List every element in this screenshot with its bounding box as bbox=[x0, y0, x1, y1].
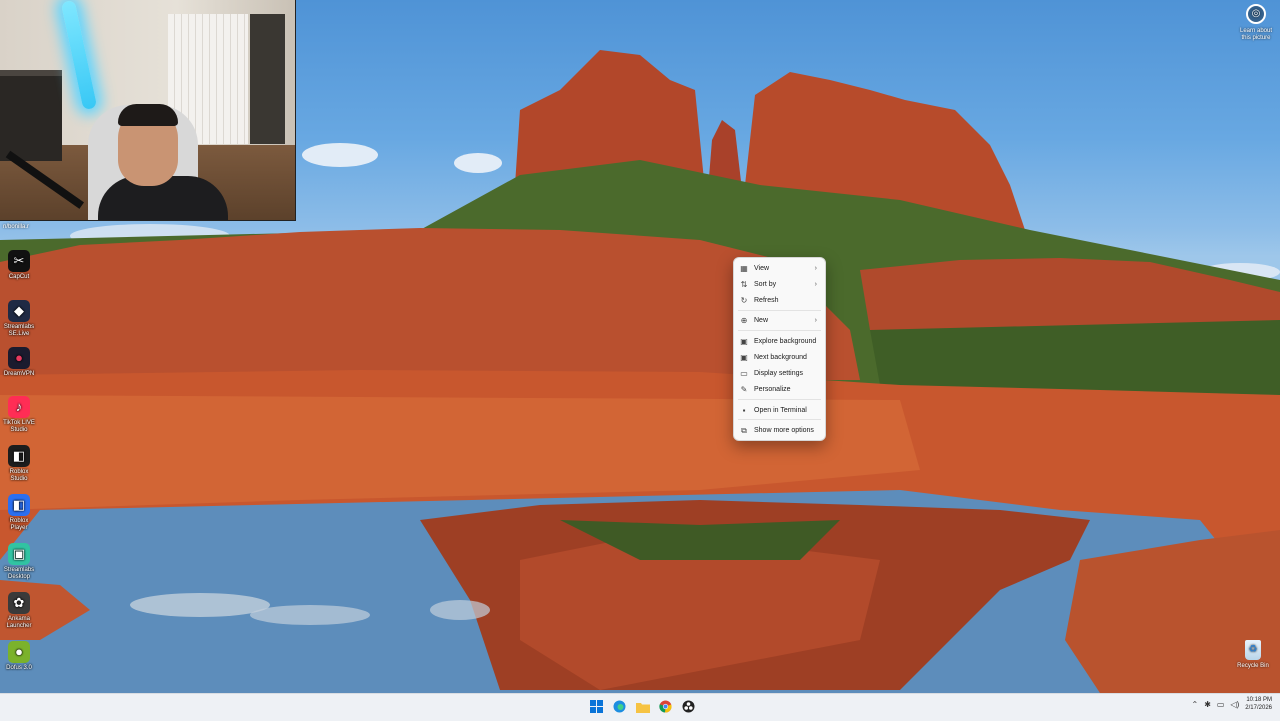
desktop-icon-tiktok[interactable]: ♪ TikTok LIVE Studio bbox=[2, 396, 36, 434]
streamelements-icon: ◆ bbox=[8, 300, 30, 322]
taskbar-apps bbox=[588, 698, 697, 715]
desktop-icon-streamlabs[interactable]: ▣ Streamlabs Desktop bbox=[2, 543, 36, 581]
menu-item-open-terminal[interactable]: ▪ Open in Terminal bbox=[734, 403, 825, 418]
taskbar: ⌃ ✱ ▭ ◁) 10:18 PM 2/17/2026 bbox=[0, 693, 1280, 721]
more-options-icon: ⧉ bbox=[741, 425, 747, 435]
desktop-icon-dofus[interactable]: ● Dofus 3.0 bbox=[2, 641, 36, 672]
display-icon: ▭ bbox=[740, 369, 748, 378]
vpn-icon: ● bbox=[8, 347, 30, 369]
windows-icon bbox=[590, 700, 603, 713]
grid-icon: ▦ bbox=[740, 264, 748, 273]
menu-item-refresh[interactable]: ↻ Refresh bbox=[734, 293, 825, 308]
roblox-studio-icon: ◧ bbox=[8, 445, 30, 467]
next-image-icon: ▣ bbox=[740, 353, 748, 362]
taskbar-obs[interactable] bbox=[680, 698, 697, 715]
menu-separator bbox=[738, 330, 821, 331]
brush-icon: ✎ bbox=[740, 385, 748, 394]
desktop-icon-label: Recycle Bin bbox=[1237, 663, 1269, 669]
desktop-icon-label: Streamlabs Desktop bbox=[3, 567, 35, 580]
camera-icon: ◎ bbox=[1246, 4, 1266, 24]
desktop-icon-roblox-player[interactable]: ◧ Roblox Player bbox=[2, 494, 36, 532]
desktop-icon-ankama[interactable]: ✿ Ankama Launcher bbox=[2, 592, 36, 630]
chevron-right-icon: › bbox=[814, 281, 817, 288]
bluetooth-icon[interactable]: ✱ bbox=[1204, 700, 1211, 709]
volume-icon[interactable]: ◁) bbox=[1230, 700, 1239, 709]
recycle-bin-icon: ♻ bbox=[1245, 640, 1261, 660]
menu-separator bbox=[738, 310, 821, 311]
menu-item-label: View bbox=[754, 265, 770, 272]
menu-item-label: Sort by bbox=[754, 281, 777, 288]
obs-icon bbox=[682, 700, 695, 713]
chevron-up-icon[interactable]: ⌃ bbox=[1192, 700, 1199, 709]
webcam-username: n/bonilla.r bbox=[3, 224, 30, 230]
desktop-icon-label: Dofus 3.0 bbox=[6, 665, 32, 671]
chevron-right-icon: › bbox=[814, 265, 817, 272]
network-icon[interactable]: ▭ bbox=[1217, 700, 1225, 709]
edge-icon bbox=[613, 700, 626, 713]
menu-item-display-settings[interactable]: ▭ Display settings bbox=[734, 366, 825, 381]
webcam-overlay bbox=[0, 0, 296, 221]
person-hair bbox=[118, 104, 178, 126]
desktop-icon-streamelements[interactable]: ◆ Streamlabs SE.Live bbox=[2, 300, 36, 338]
taskbar-file-explorer[interactable] bbox=[634, 698, 651, 715]
desktop-icon-label: Ankama Launcher bbox=[6, 616, 32, 629]
menu-item-label: Open in Terminal bbox=[754, 407, 807, 414]
dofus-icon: ● bbox=[8, 641, 30, 663]
plus-icon: ⊕ bbox=[740, 316, 748, 325]
desktop-icon-label: Roblox Player bbox=[9, 518, 29, 531]
desktop-icon-roblox-studio[interactable]: ◧ Roblox Studio bbox=[2, 445, 36, 483]
streamlabs-icon: ▣ bbox=[8, 543, 30, 565]
desktop-icon-vpn[interactable]: ● DreamVPN bbox=[2, 347, 36, 378]
doorway bbox=[250, 14, 285, 144]
refresh-icon: ↻ bbox=[740, 296, 748, 305]
desktop-icon-label: CapCut bbox=[8, 274, 30, 280]
menu-item-sort-by[interactable]: ⇅ Sort by › bbox=[734, 277, 825, 292]
menu-item-label: Explore background bbox=[754, 338, 817, 345]
clock-time: 10:18 PM bbox=[1246, 697, 1272, 703]
desktop-icon-capcut[interactable]: ✂ CapCut bbox=[2, 250, 36, 281]
chevron-right-icon: › bbox=[814, 317, 817, 324]
system-tray: ⌃ ✱ ▭ ◁) 10:18 PM 2/17/2026 bbox=[1192, 696, 1273, 712]
menu-item-label: Refresh bbox=[754, 297, 779, 304]
menu-item-show-more-options[interactable]: ⧉ Show more options bbox=[734, 423, 825, 438]
desktop-icon-label: TikTok LIVE Studio bbox=[3, 420, 35, 433]
capcut-icon: ✂ bbox=[8, 250, 30, 272]
menu-separator bbox=[738, 399, 821, 400]
tiktok-icon: ♪ bbox=[8, 396, 30, 418]
menu-item-new[interactable]: ⊕ New › bbox=[734, 313, 825, 328]
desktop-icon-label: Roblox Studio bbox=[9, 469, 29, 482]
taskbar-edge[interactable] bbox=[611, 698, 628, 715]
menu-item-explore-background[interactable]: ▣ Explore background bbox=[734, 334, 825, 349]
menu-separator bbox=[738, 419, 821, 420]
clock-date: 2/17/2026 bbox=[1245, 705, 1272, 711]
clock[interactable]: 10:18 PM 2/17/2026 bbox=[1245, 696, 1272, 712]
desktop-icon-label: Streamlabs SE.Live bbox=[3, 324, 35, 337]
menu-item-label: Next background bbox=[754, 354, 807, 361]
fireplace bbox=[0, 70, 62, 161]
sort-icon: ⇅ bbox=[740, 280, 748, 289]
desktop-context-menu: ▦ View › ⇅ Sort by › ↻ Refresh ⊕ New › ▣… bbox=[733, 257, 826, 441]
taskbar-chrome[interactable] bbox=[657, 698, 674, 715]
image-icon: ▣ bbox=[740, 337, 748, 346]
learn-about-picture-label: Learn about this picture bbox=[1239, 28, 1273, 41]
menu-item-personalize[interactable]: ✎ Personalize bbox=[734, 382, 825, 397]
chrome-icon bbox=[659, 700, 672, 713]
menu-item-label: New bbox=[754, 317, 769, 324]
start-button[interactable] bbox=[588, 698, 605, 715]
menu-item-label: Personalize bbox=[754, 386, 791, 393]
desktop-icon-recycle-bin[interactable]: ♻ Recycle Bin bbox=[1236, 640, 1270, 669]
desktop-icon-label: DreamVPN bbox=[3, 371, 35, 377]
menu-item-label: Show more options bbox=[754, 427, 814, 434]
learn-about-picture[interactable]: ◎ Learn about this picture bbox=[1238, 4, 1274, 42]
menu-item-label: Display settings bbox=[754, 370, 804, 377]
menu-item-view[interactable]: ▦ View › bbox=[734, 261, 825, 276]
terminal-icon: ▪ bbox=[742, 406, 746, 415]
ankama-icon: ✿ bbox=[8, 592, 30, 614]
folder-icon bbox=[635, 702, 650, 713]
roblox-player-icon: ◧ bbox=[8, 494, 30, 516]
menu-item-next-background[interactable]: ▣ Next background bbox=[734, 350, 825, 365]
